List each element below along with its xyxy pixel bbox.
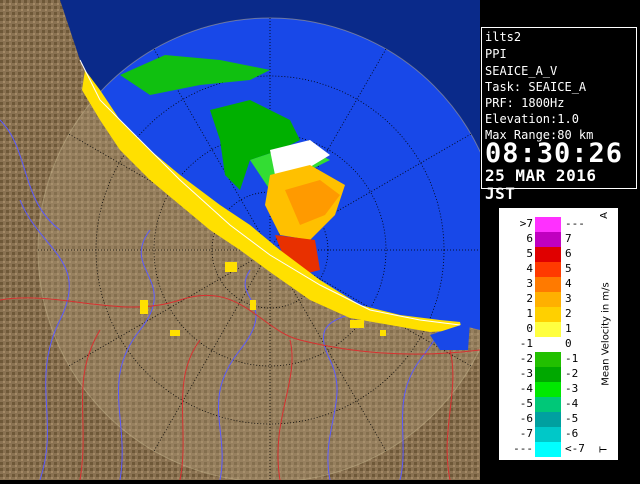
legend-swatch (535, 277, 561, 292)
legend-swatch (535, 337, 561, 352)
legend-bottom-mark: T (598, 446, 610, 453)
legend-label-left: 4 (526, 262, 533, 275)
legend-label-right: <-7 (565, 442, 585, 455)
legend-label-right: 4 (565, 277, 572, 290)
legend-swatch (535, 427, 561, 442)
legend-label-right: -3 (565, 382, 579, 395)
legend-swatch (535, 367, 561, 382)
velocity-legend: >7 --- 6 7 5 6 4 5 3 4 2 3 1 2 0 1 -1 0 -2 -1 -3 -2 -4 -3 -5 -4 -6… (499, 208, 618, 460)
legend-label-right: -4 (565, 397, 579, 410)
legend-label-right: -1 (565, 352, 579, 365)
legend-label-left: 0 (526, 322, 533, 335)
legend-label-right: 1 (565, 322, 572, 335)
legend-top-mark: A (598, 212, 610, 219)
legend-swatch (535, 217, 561, 232)
radar-map[interactable] (0, 0, 503, 483)
legend-label-right: --- (565, 217, 585, 230)
field-name: SEAICE_A_V (485, 64, 558, 78)
legend-swatch (535, 382, 561, 397)
legend-label-right: 5 (565, 262, 572, 275)
legend-swatch (535, 322, 561, 337)
legend-label-left: >7 (519, 217, 533, 230)
legend-label-left: -4 (519, 382, 533, 395)
legend-swatch (535, 442, 561, 457)
scan-time: 08:30:26 (485, 138, 624, 169)
legend-swatch (535, 292, 561, 307)
legend-label-left: 2 (526, 292, 533, 305)
task-name: Task: SEAICE_A (485, 80, 587, 94)
elevation-value: Elevation:1.0 (485, 112, 579, 126)
legend-title-area: A Mean Velocity in m/s T (594, 208, 618, 460)
legend-label-left: -7 (519, 427, 533, 440)
legend-label-right: 6 (565, 247, 572, 260)
legend-swatch (535, 307, 561, 322)
legend-label-left: -3 (519, 367, 533, 380)
legend-swatch (535, 397, 561, 412)
legend-swatch (535, 262, 561, 277)
legend-label-left: 3 (526, 277, 533, 290)
legend-label-right: -6 (565, 427, 579, 440)
legend-label-right: 7 (565, 232, 572, 245)
legend-label-left: 1 (526, 307, 533, 320)
legend-swatch (535, 412, 561, 427)
legend-label-left: -5 (519, 397, 533, 410)
product-type: PPI (485, 47, 507, 61)
legend-label-right: 3 (565, 292, 572, 305)
legend-label-left: -2 (519, 352, 533, 365)
info-panel: ilts2 PPI SEAICE_A_V Task: SEAICE_A PRF:… (481, 27, 637, 203)
legend-label-left: -1 (519, 337, 533, 350)
legend-title: Mean Velocity in m/s (600, 282, 612, 386)
legend-label-right: 0 (565, 337, 572, 350)
legend-label-left: 5 (526, 247, 533, 260)
station-name: ilts2 (485, 30, 522, 44)
legend-label-left: 6 (526, 232, 533, 245)
legend-label-left: --- (513, 442, 533, 455)
radar-map-graphic (0, 0, 503, 483)
prf-value: PRF: 1800Hz (485, 96, 565, 110)
legend-label-left: -6 (519, 412, 533, 425)
legend-swatch (535, 232, 561, 247)
legend-swatch (535, 247, 561, 262)
legend-label-right: -5 (565, 412, 579, 425)
scan-date: 25 MAR 2016 JST (485, 166, 597, 203)
legend-label-right: -2 (565, 367, 579, 380)
legend-label-right: 2 (565, 307, 572, 320)
legend-swatch (535, 352, 561, 367)
